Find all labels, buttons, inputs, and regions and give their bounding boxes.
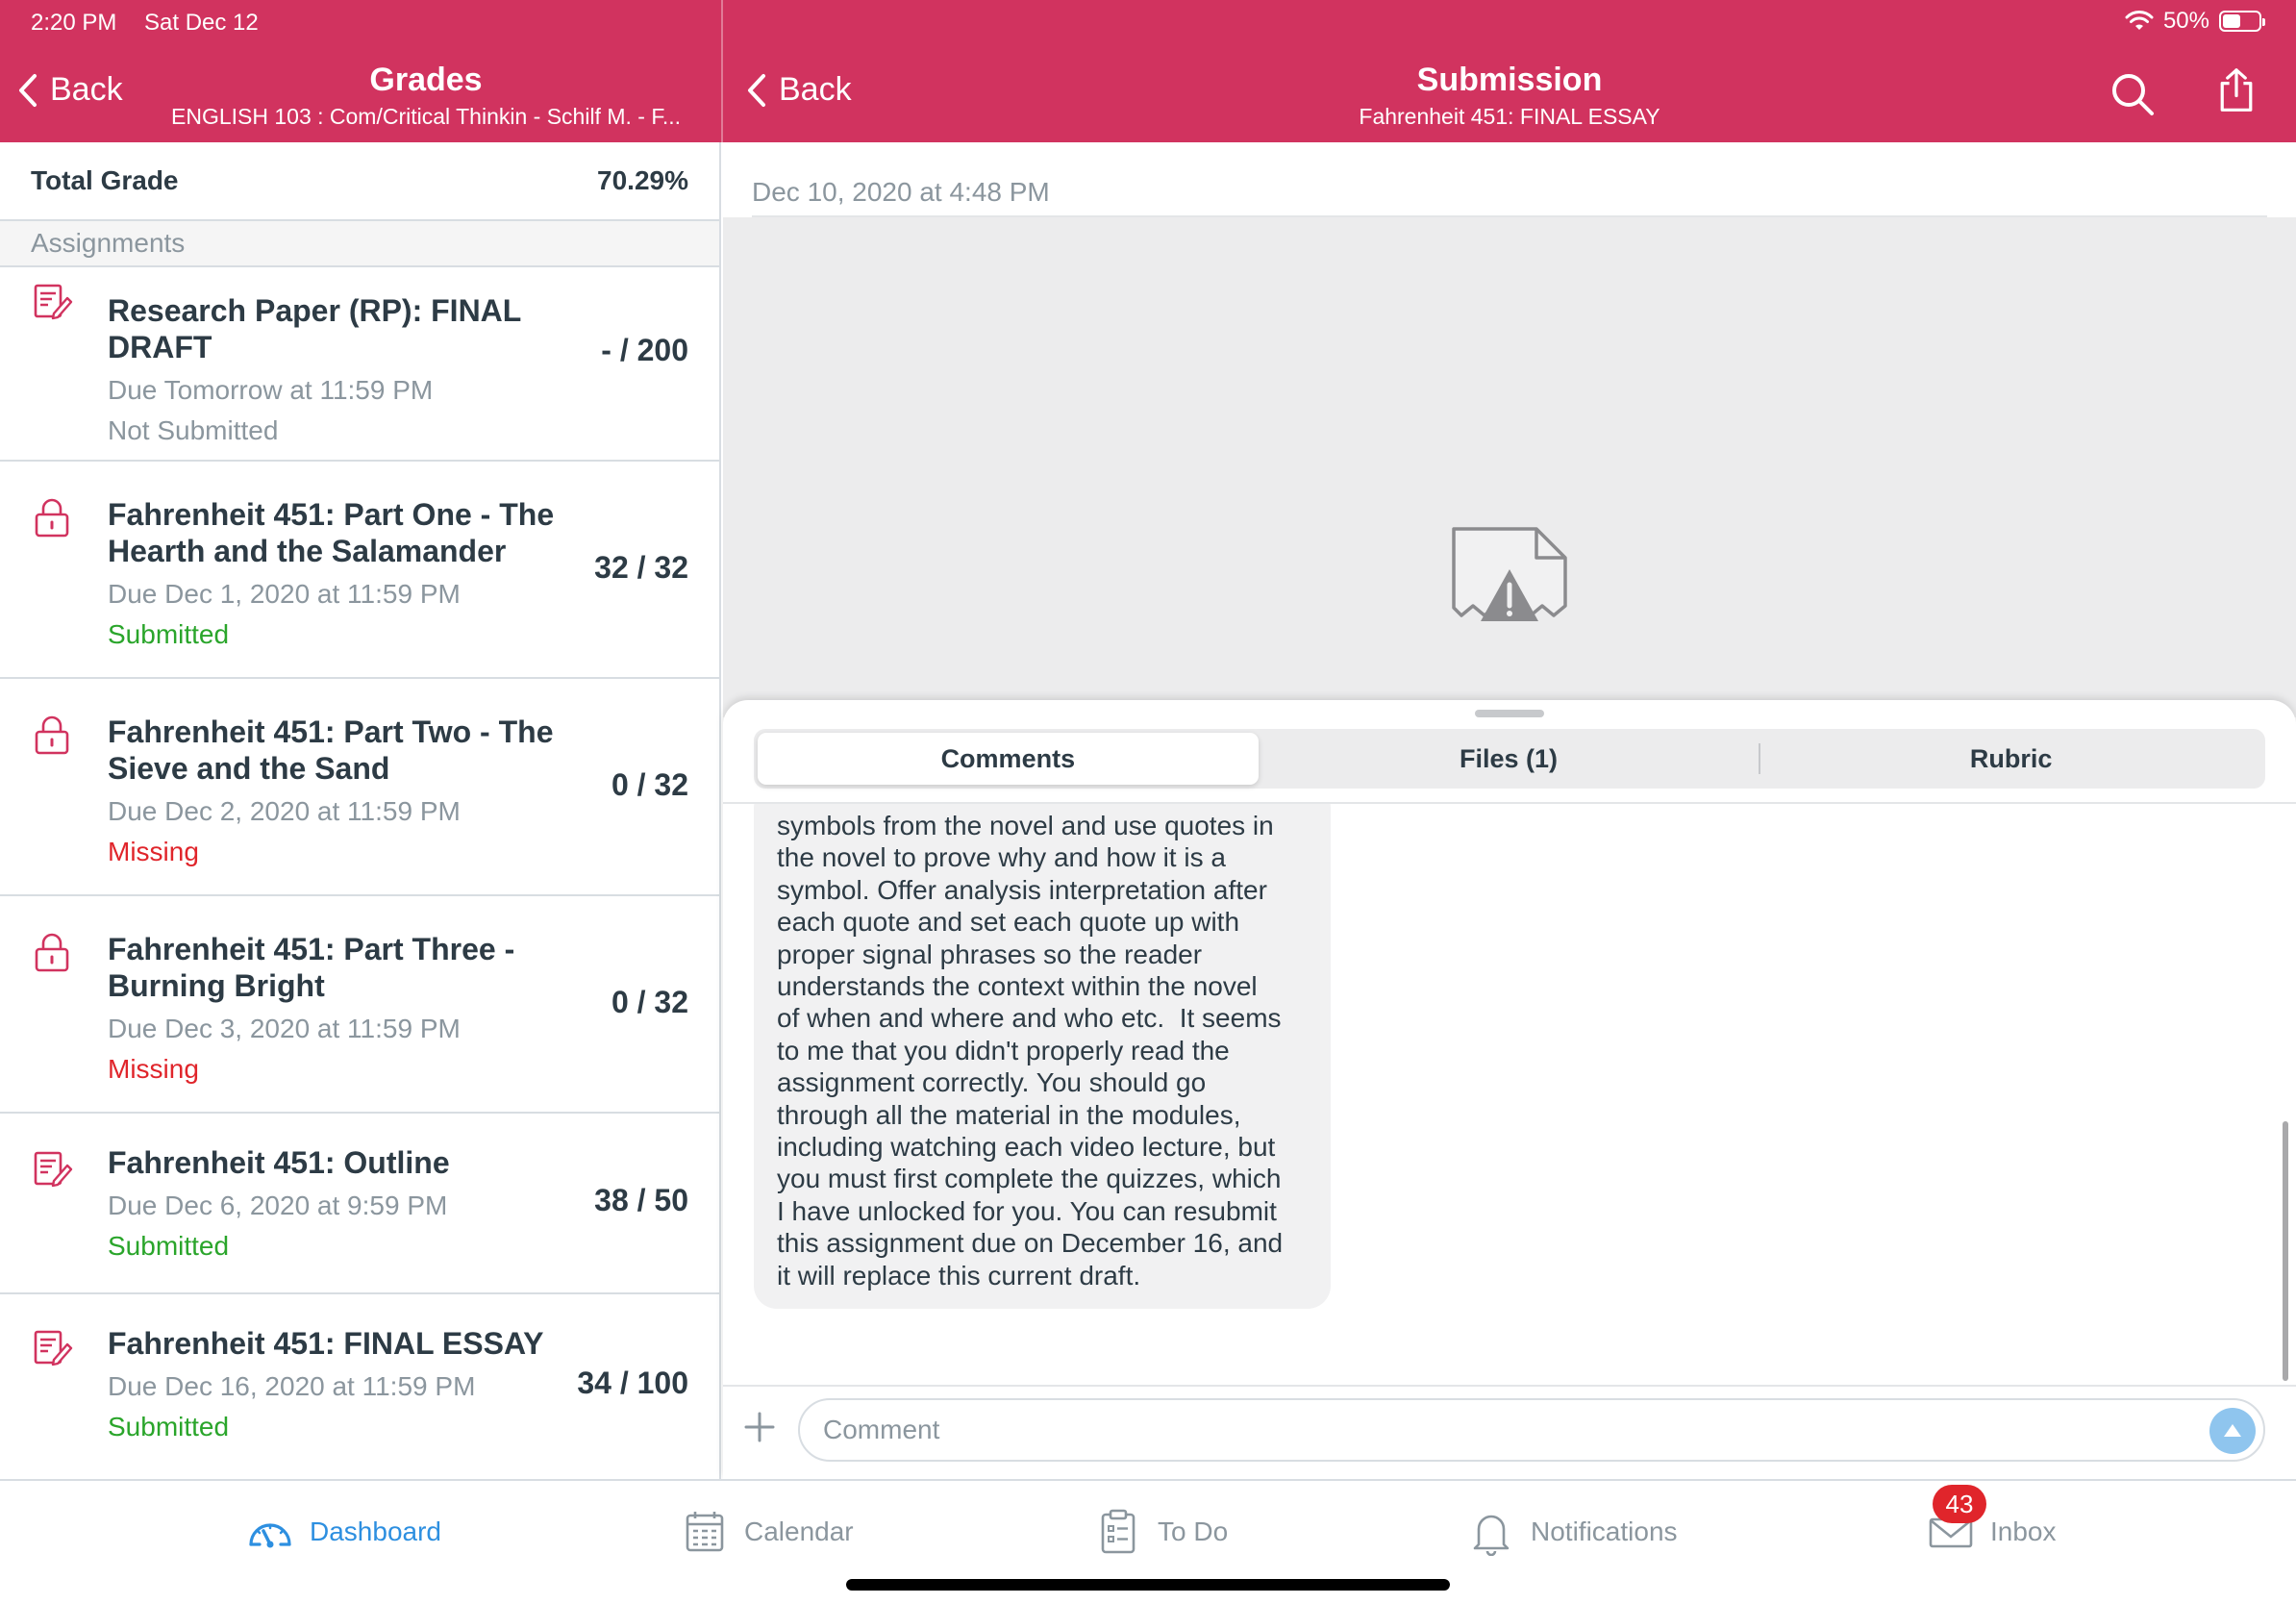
assignment-list: Research Paper (RP): FINAL DRAFT Due Tom…: [0, 267, 719, 1473]
tab-calendar[interactable]: Calendar: [681, 1508, 854, 1556]
assignment-status: Submitted: [108, 1412, 230, 1441]
home-indicator[interactable]: [846, 1579, 1450, 1591]
submission-subtitle: Fahrenheit 451: FINAL ESSAY: [1359, 104, 1660, 129]
assignment-score: 32 / 32: [594, 550, 688, 585]
calendar-icon: [686, 1512, 724, 1552]
submission-title: Submission: [1416, 62, 1603, 98]
grades-pane: Total Grade 70.29% Assignments Research …: [0, 142, 721, 1479]
bell-icon: [1473, 1515, 1510, 1556]
submission-title-block: Submission Fahrenheit 451: FINAL ESSAY: [1221, 62, 1798, 131]
broken-file-icon: [1452, 527, 1567, 621]
assignment-due: Due Tomorrow at 11:59 PM: [108, 375, 434, 405]
submission-back-button[interactable]: Back: [746, 71, 852, 109]
drawer-tabs: Comments Files (1) Rubric: [754, 729, 2265, 789]
submission-preview[interactable]: [723, 217, 2296, 717]
course-subtitle: ENGLISH 103 : Com/Critical Thinkin - Sch…: [171, 104, 681, 129]
back-label: Back: [779, 71, 852, 108]
total-grade-value: 70.29%: [597, 165, 688, 195]
page-title: Grades: [369, 62, 483, 98]
assignment-row[interactable]: Fahrenheit 451: Part Three - Burning Bri…: [0, 896, 719, 1114]
tab-label: Calendar: [744, 1516, 854, 1546]
search-icon[interactable]: [2109, 71, 2156, 117]
lock-icon: [35, 933, 69, 972]
comments-scrollbar[interactable]: [2283, 1121, 2288, 1381]
top-bar: 2:20 PM Sat Dec 12 50% Back Grades ENGLI…: [0, 0, 2296, 142]
todo-icon: [1101, 1509, 1136, 1554]
add-attachment-icon[interactable]: [740, 1408, 779, 1446]
assignment-name: Fahrenheit 451: Part Three - Burning Bri…: [108, 932, 515, 1003]
assignment-name: Research Paper (RP): FINAL DRAFT: [108, 293, 521, 364]
share-icon[interactable]: [2213, 67, 2259, 113]
grades-back-button[interactable]: Back: [17, 71, 123, 109]
tab-label: To Do: [1158, 1516, 1229, 1546]
tab-comments[interactable]: Comments: [758, 733, 1259, 785]
divider: [723, 1385, 2296, 1387]
chevron-left-icon: [748, 73, 765, 107]
assignment-score: 38 / 50: [594, 1183, 688, 1217]
tab-label: Notifications: [1531, 1516, 1678, 1546]
tab-dashboard[interactable]: Dashboard: [246, 1508, 441, 1556]
wifi-icon: [2125, 11, 2154, 30]
assignment-icon: [34, 1330, 73, 1366]
send-button[interactable]: [2209, 1408, 2256, 1454]
submission-pane: Dec 10, 2020 at 4:48 PM Comments Files (…: [723, 142, 2296, 1479]
assignment-name: Fahrenheit 451: Outline: [108, 1145, 450, 1180]
inbox-badge: 43: [1933, 1485, 1986, 1523]
assignment-name: Fahrenheit 451: Part One - The Hearth an…: [108, 497, 555, 568]
drawer-grabber[interactable]: [1475, 710, 1544, 717]
assignment-status: Submitted: [108, 1231, 230, 1261]
assignment-score: 0 / 32: [611, 985, 688, 1019]
assignment-score: - / 200: [601, 333, 688, 367]
assignment-score: 34 / 100: [577, 1366, 688, 1400]
assignment-name: Fahrenheit 451: FINAL ESSAY: [108, 1326, 544, 1361]
assignment-name: Fahrenheit 451: Part Two - The Sieve and…: [108, 714, 554, 786]
grades-title-block: Grades ENGLISH 103 : Com/Critical Thinki…: [144, 62, 708, 131]
tab-files[interactable]: Files (1): [1259, 733, 1759, 785]
battery-percent: 50%: [2162, 8, 2209, 34]
header-divider: [721, 0, 723, 142]
dashboard-icon: [249, 1523, 291, 1548]
assignment-icon: [34, 284, 73, 320]
assignments-section-header: Assignments: [0, 221, 719, 267]
comment-input[interactable]: [798, 1398, 2265, 1462]
status-time: 2:20 PM: [31, 10, 117, 36]
tab-notifications[interactable]: Notifications: [1467, 1508, 1678, 1556]
status-indicators: 50%: [2125, 8, 2265, 35]
comments-drawer: Comments Files (1) Rubric symbols from t…: [723, 700, 2296, 1479]
assignment-row[interactable]: Fahrenheit 451: Part One - The Hearth an…: [0, 462, 719, 679]
assignment-row[interactable]: Fahrenheit 451: Outline Due Dec 6, 2020 …: [0, 1114, 719, 1294]
chevron-left-icon: [19, 73, 37, 107]
assignment-score: 0 / 32: [611, 767, 688, 802]
comments-list[interactable]: symbols from the novel and use quotes in…: [723, 804, 2296, 1373]
back-label: Back: [50, 71, 123, 108]
total-grade-row: Total Grade 70.29%: [0, 142, 719, 221]
battery-level: [2223, 14, 2240, 28]
assignment-due: Due Dec 2, 2020 at 11:59 PM: [108, 796, 461, 826]
assignment-status: Missing: [108, 837, 199, 866]
submission-date: Dec 10, 2020 at 4:48 PM: [752, 177, 1050, 207]
tab-label: Inbox: [1990, 1516, 2057, 1546]
assignment-status: Submitted: [108, 619, 230, 649]
assignment-row[interactable]: Fahrenheit 451: Part Two - The Sieve and…: [0, 679, 719, 896]
tab-todo[interactable]: To Do: [1094, 1508, 1228, 1556]
send-arrow-icon: [2224, 1424, 2241, 1437]
lock-icon: [35, 715, 69, 755]
assignment-row[interactable]: Research Paper (RP): FINAL DRAFT Due Tom…: [0, 267, 719, 462]
assignment-row[interactable]: Fahrenheit 451: FINAL ESSAY Due Dec 16, …: [0, 1294, 719, 1473]
tab-label: Dashboard: [310, 1516, 441, 1546]
comment-bubble: symbols from the novel and use quotes in…: [754, 804, 1331, 1310]
lock-icon: [35, 498, 69, 538]
battery-icon: [2219, 11, 2265, 32]
assignment-icon: [34, 1151, 73, 1188]
assignment-status: Not Submitted: [108, 415, 279, 445]
tab-rubric[interactable]: Rubric: [1760, 733, 2261, 785]
assignment-due: Due Dec 3, 2020 at 11:59 PM: [108, 1014, 461, 1043]
assignment-status: Missing: [108, 1054, 199, 1084]
status-date: Sat Dec 12: [144, 10, 259, 36]
total-grade-label: Total Grade: [31, 165, 179, 195]
